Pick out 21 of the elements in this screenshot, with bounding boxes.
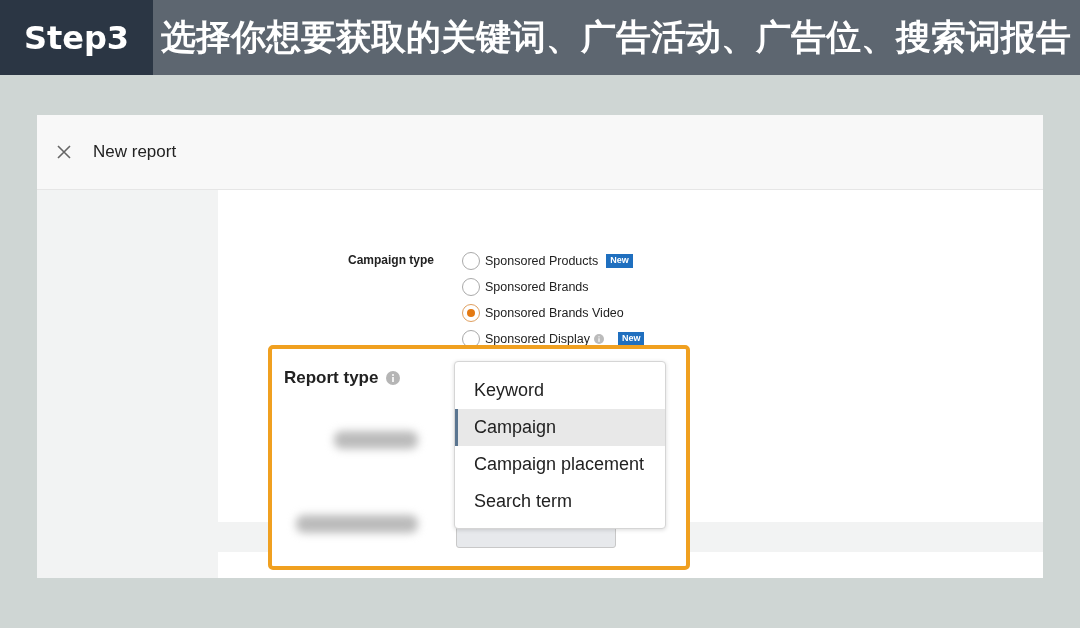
menu-item[interactable]: Keyword: [455, 372, 665, 409]
radio-button[interactable]: [462, 304, 480, 322]
option-label: Sponsored Products: [485, 252, 599, 270]
slide-title: 选择你想要获取的关键词、广告活动、广告位、搜索词报告: [161, 16, 1071, 60]
close-icon[interactable]: [57, 145, 71, 159]
option-label: Sponsored Brands Video: [485, 304, 624, 322]
dialog-title: New report: [93, 141, 177, 164]
field-label: Report type: [284, 367, 379, 389]
option-label: Sponsored Display: [485, 330, 590, 348]
new-badge: New: [606, 254, 633, 268]
menu-item[interactable]: Campaign: [455, 409, 665, 446]
radio-button[interactable]: [462, 252, 480, 270]
new-badge: New: [617, 332, 645, 346]
field-label: Campaign type: [347, 252, 434, 269]
info-icon[interactable]: [386, 370, 401, 385]
option-label: Sponsored Brands: [485, 278, 589, 296]
menu-item[interactable]: Search term: [455, 483, 665, 520]
step-label: Step3: [23, 17, 130, 59]
radio-button[interactable]: [462, 278, 480, 296]
info-icon[interactable]: [593, 334, 604, 344]
menu-item[interactable]: Campaign placement: [455, 446, 665, 483]
